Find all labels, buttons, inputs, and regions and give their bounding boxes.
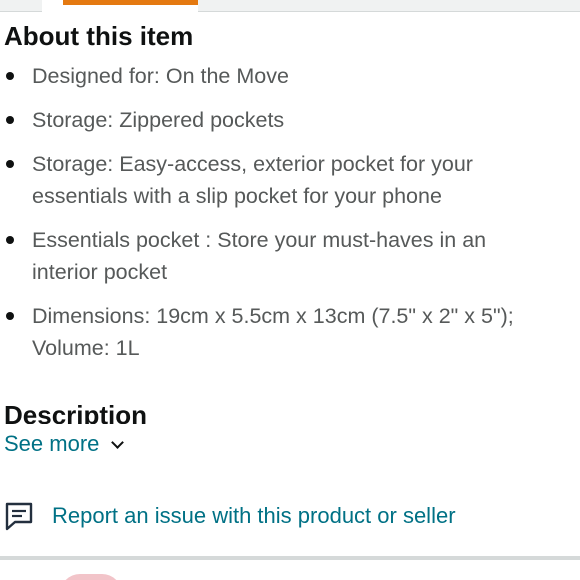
report-issue-link[interactable]: Report an issue with this product or sel… xyxy=(4,500,456,532)
feature-bullet-item: Storage: Easy-access, exterior pocket fo… xyxy=(0,148,580,212)
tab-next[interactable] xyxy=(198,0,580,12)
bullet-dot-icon xyxy=(6,312,14,320)
section-divider xyxy=(0,556,580,560)
tab-previous[interactable] xyxy=(0,0,42,12)
feature-bullet-item: Dimensions: 19cm x 5.5cm x 13cm (7.5" x … xyxy=(0,300,580,364)
feature-bullet-list: Designed for: On the Move Storage: Zippe… xyxy=(0,60,580,376)
partial-avatar xyxy=(60,574,122,580)
bullet-dot-icon xyxy=(6,116,14,124)
report-message-icon xyxy=(5,502,33,531)
feature-bullet-item: Designed for: On the Move xyxy=(0,60,580,92)
about-this-item-heading: About this item xyxy=(4,21,194,51)
feature-bullet-text: Dimensions: 19cm x 5.5cm x 13cm (7.5" x … xyxy=(32,304,514,360)
feature-bullet-text: Storage: Zippered pockets xyxy=(32,108,285,132)
feature-bullet-item: Storage: Zippered pockets xyxy=(0,104,580,136)
feature-bullet-text: Designed for: On the Move xyxy=(32,64,289,88)
see-more-label: See more xyxy=(4,431,100,456)
feature-bullet-text: Storage: Easy-access, exterior pocket fo… xyxy=(32,152,473,208)
see-more-link[interactable]: See more xyxy=(4,428,125,460)
feature-bullet-item: Essentials pocket : Store your must-have… xyxy=(0,224,580,288)
tab-active-indicator[interactable] xyxy=(63,0,198,5)
bullet-dot-icon xyxy=(6,72,14,80)
chevron-down-icon xyxy=(111,435,125,449)
description-heading: Description xyxy=(4,400,148,424)
bullet-dot-icon xyxy=(6,236,14,244)
bullet-dot-icon xyxy=(6,160,14,168)
top-tab-strip xyxy=(0,0,580,12)
report-issue-label: Report an issue with this product or sel… xyxy=(52,503,456,528)
feature-bullet-text: Essentials pocket : Store your must-have… xyxy=(32,228,487,284)
